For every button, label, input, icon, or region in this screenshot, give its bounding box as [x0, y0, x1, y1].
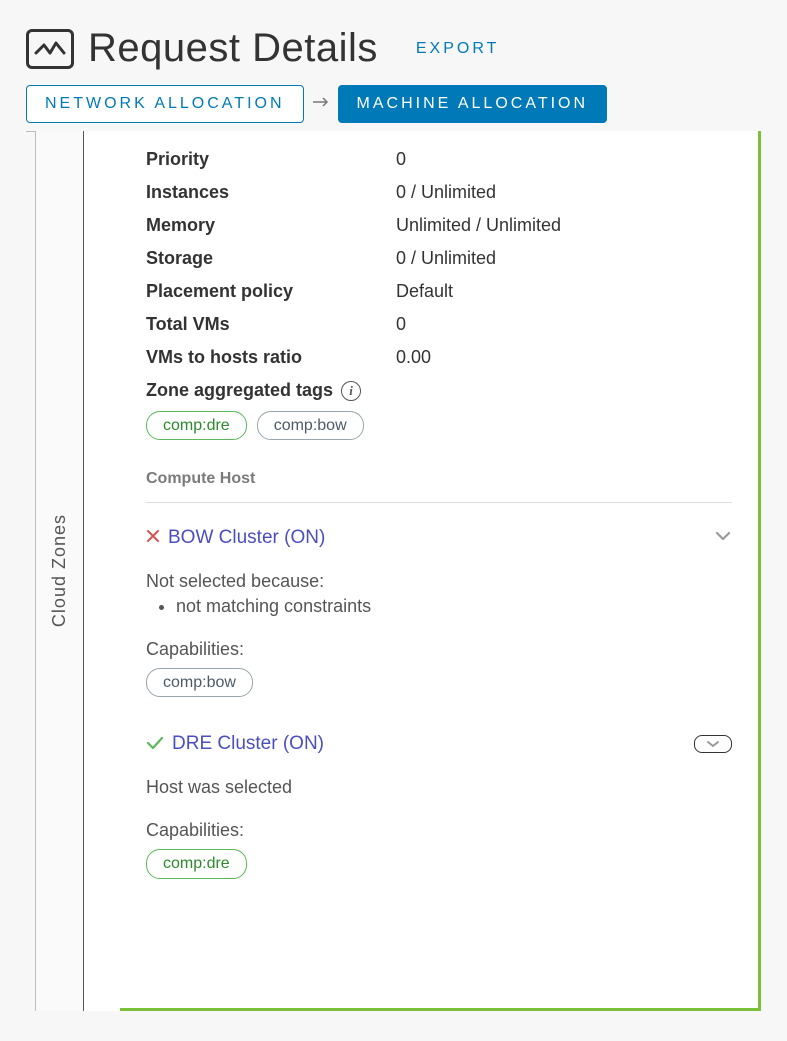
kv-val: 0.00 [396, 347, 431, 368]
kv-key: Total VMs [146, 314, 396, 335]
not-selected-reasons: not matching constraints [146, 596, 732, 617]
kv-val: 0 [396, 314, 406, 335]
host-dre-cluster: DRE Cluster (ON) Host was selected Capab… [146, 733, 732, 878]
page-title: Request Details [88, 26, 378, 71]
kv-key: Priority [146, 149, 396, 170]
host-selected-line: Host was selected [146, 777, 732, 798]
export-link[interactable]: EXPORT [416, 40, 500, 58]
kv-vms-hosts-ratio: VMs to hosts ratio 0.00 [146, 347, 732, 368]
check-icon [146, 734, 164, 755]
host-header-bow[interactable]: BOW Cluster (ON) [146, 527, 732, 549]
kv-storage: Storage 0 / Unlimited [146, 248, 732, 269]
kv-key: Memory [146, 215, 396, 236]
compute-host-section-label: Compute Host [146, 470, 732, 488]
page-header: Request Details EXPORT [26, 26, 761, 71]
kv-val: Default [396, 281, 453, 302]
zone-aggregated-tags-header: Zone aggregated tags i [146, 380, 732, 401]
x-icon [146, 529, 160, 548]
kv-key: VMs to hosts ratio [146, 347, 396, 368]
left-spacer [26, 131, 36, 1011]
allocation-tabs: NETWORK ALLOCATION MACHINE ALLOCATION [26, 85, 761, 123]
cloud-zones-label: Cloud Zones [49, 514, 70, 627]
kv-priority: Priority 0 [146, 149, 732, 170]
info-icon[interactable]: i [341, 381, 361, 401]
content-area: Cloud Zones Priority 0 Instances 0 / Unl… [26, 131, 761, 1011]
host-header-dre[interactable]: DRE Cluster (ON) [146, 733, 732, 755]
kv-val: 0 [396, 149, 406, 170]
host-name: DRE Cluster (ON) [172, 733, 324, 755]
inner-spacer [84, 131, 120, 1011]
zone-aggregated-tags-label: Zone aggregated tags [146, 380, 333, 401]
aggregated-tag-row: comp:dre comp:bow [146, 411, 732, 440]
host-name: BOW Cluster (ON) [168, 527, 325, 549]
kv-memory: Memory Unlimited / Unlimited [146, 215, 732, 236]
kv-instances: Instances 0 / Unlimited [146, 182, 732, 203]
cloud-zones-column: Cloud Zones [36, 131, 84, 1011]
tab-machine-allocation[interactable]: MACHINE ALLOCATION [338, 85, 608, 123]
tag-comp-bow: comp:bow [257, 411, 364, 440]
collapse-pill[interactable] [694, 735, 732, 754]
reason-bullet: not matching constraints [176, 596, 732, 617]
divider [146, 502, 732, 503]
kv-val: Unlimited / Unlimited [396, 215, 561, 236]
tag-comp-bow: comp:bow [146, 668, 253, 697]
tag-comp-dre: comp:dre [146, 849, 247, 878]
arrow-icon [312, 95, 330, 113]
chevron-down-icon[interactable] [714, 529, 732, 547]
chart-icon [26, 29, 74, 69]
bow-capabilities: comp:bow [146, 668, 732, 697]
not-selected-header: Not selected because: [146, 571, 732, 592]
kv-total-vms: Total VMs 0 [146, 314, 732, 335]
tab-network-allocation[interactable]: NETWORK ALLOCATION [26, 85, 304, 123]
zone-panel: Priority 0 Instances 0 / Unlimited Memor… [120, 131, 761, 1011]
kv-placement-policy: Placement policy Default [146, 281, 732, 302]
kv-key: Storage [146, 248, 396, 269]
kv-val: 0 / Unlimited [396, 248, 496, 269]
kv-key: Placement policy [146, 281, 396, 302]
dre-capabilities: comp:dre [146, 849, 732, 878]
capabilities-label: Capabilities: [146, 820, 732, 841]
kv-key: Instances [146, 182, 396, 203]
capabilities-label: Capabilities: [146, 639, 732, 660]
tag-comp-dre: comp:dre [146, 411, 247, 440]
host-bow-cluster: BOW Cluster (ON) Not selected because: n… [146, 527, 732, 697]
kv-val: 0 / Unlimited [396, 182, 496, 203]
